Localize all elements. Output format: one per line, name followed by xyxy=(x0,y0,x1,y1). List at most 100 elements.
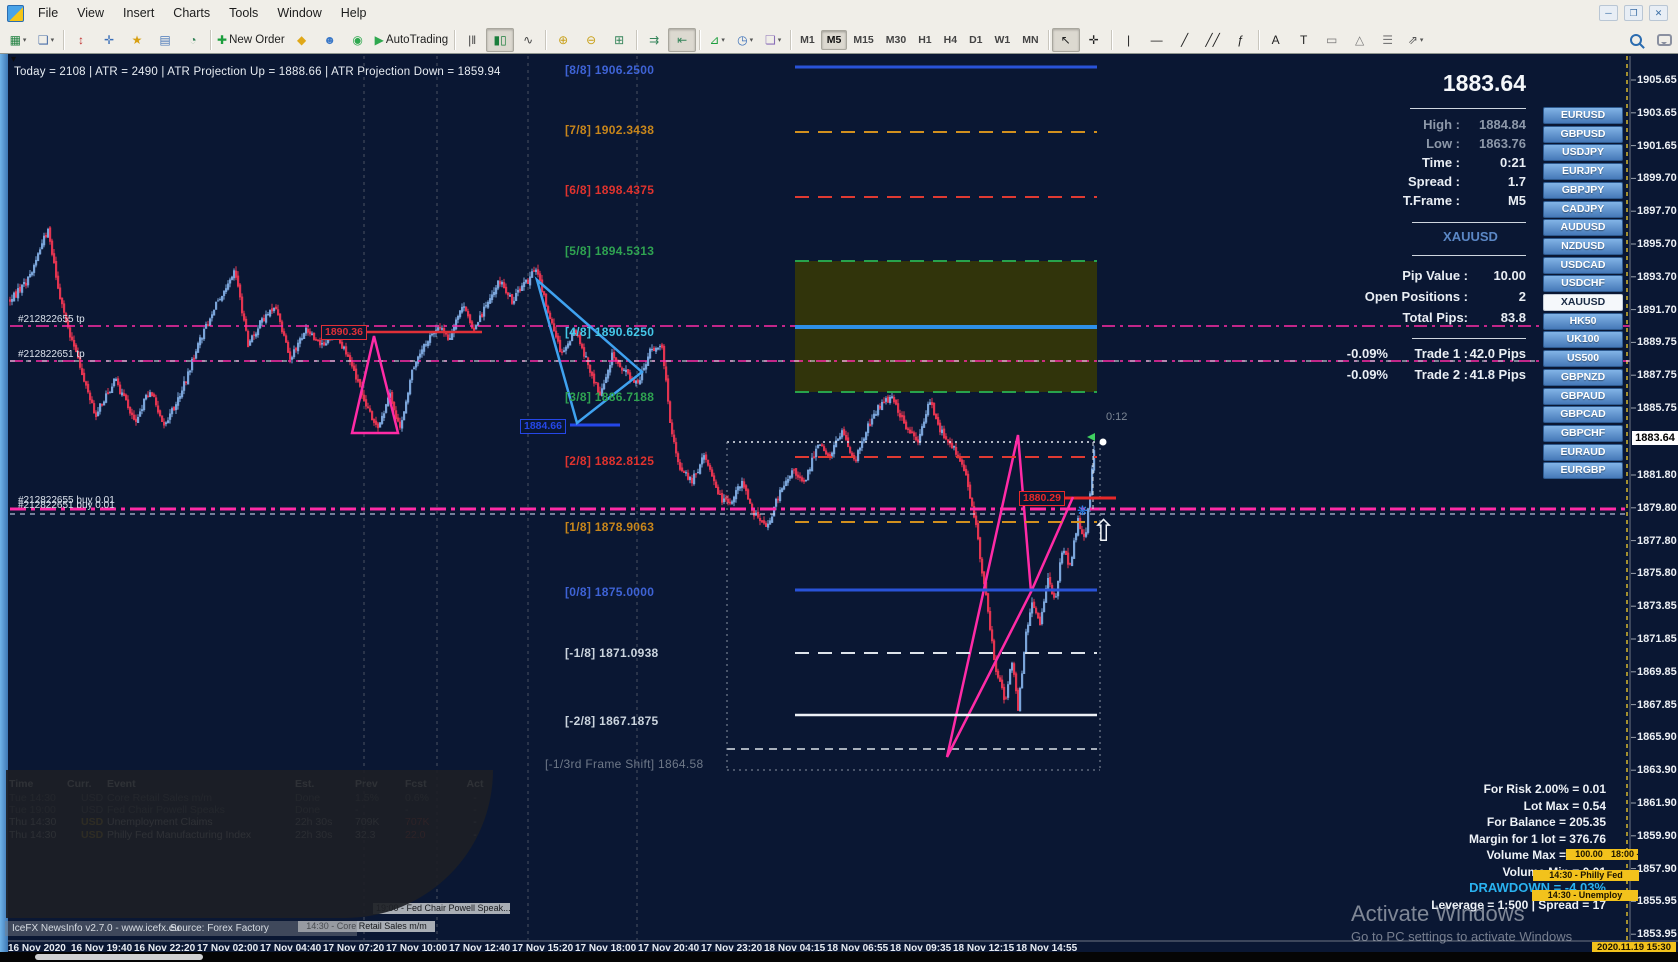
menu-file[interactable]: File xyxy=(32,3,64,23)
crosshair-icon[interactable]: ✛ xyxy=(1080,28,1108,52)
trendline-price-tag[interactable]: 1884.66 xyxy=(520,419,566,434)
order-anchor-icon[interactable]: ❋ xyxy=(1077,503,1088,519)
minimize-icon[interactable]: ─ xyxy=(1599,5,1618,21)
auto-scroll-icon[interactable]: ⇉ xyxy=(640,28,668,52)
detail-row: Total Pips: 83.8 xyxy=(1330,307,1526,328)
close-icon[interactable]: ✕ xyxy=(1649,5,1668,21)
symbol-button-xauusd[interactable]: XAUUSD xyxy=(1543,294,1623,311)
price-scale-label: 1899.70 xyxy=(1637,172,1677,185)
chat-icon[interactable] xyxy=(1650,28,1678,52)
market-watch-icon[interactable]: ↕ xyxy=(67,28,95,52)
strategy-tester-icon[interactable]: ◔ xyxy=(179,28,207,52)
indicator-collapse-icon[interactable]: ▾ xyxy=(11,54,16,65)
data-window-glyph: ✛ xyxy=(103,32,115,47)
fibo-tools-icon[interactable]: ☰ xyxy=(1374,28,1402,52)
symbol-button-eurusd[interactable]: EURUSD xyxy=(1543,107,1623,124)
indicators-list-icon[interactable]: ⊿ ▾ xyxy=(703,28,731,52)
text-label-icon[interactable]: T xyxy=(1290,28,1318,52)
signals-icon[interactable]: ◉ xyxy=(344,28,372,52)
symbol-button-gbpcad[interactable]: GBPCAD xyxy=(1543,406,1623,424)
symbol-button-gbpjpy[interactable]: GBPJPY xyxy=(1543,181,1623,199)
new-order-icon[interactable]: ✚ New Order xyxy=(214,28,288,52)
timeframe-h1[interactable]: H1 xyxy=(912,30,937,50)
timeframe-m1[interactable]: M1 xyxy=(794,30,821,50)
symbol-button-gbpaud[interactable]: GBPAUD xyxy=(1543,387,1623,405)
price-alert-tag[interactable]: 1880.29 xyxy=(1019,491,1065,506)
text-icon[interactable]: A xyxy=(1262,28,1290,52)
menu-charts[interactable]: Charts xyxy=(167,3,216,23)
chart-profiles-icon[interactable]: ❏ ▾ xyxy=(32,28,60,52)
search-icon[interactable] xyxy=(1622,28,1650,52)
periods-icon[interactable]: ◷ ▾ xyxy=(731,28,759,52)
symbol-button-eurgbp[interactable]: EURGBP xyxy=(1543,462,1623,480)
autotrading-icon[interactable]: ▶ AutoTrading xyxy=(372,28,451,52)
tile-windows-icon[interactable]: ⊞ xyxy=(605,28,633,52)
menu-insert[interactable]: Insert xyxy=(117,3,160,23)
murray-level-label: [4/8] 1890.6250 xyxy=(565,325,655,339)
tile-windows-glyph: ⊞ xyxy=(614,32,625,47)
symbol-button-nzdusd[interactable]: NZDUSD xyxy=(1543,237,1623,255)
toolbar-separator xyxy=(454,29,456,50)
restore-icon[interactable]: ❐ xyxy=(1624,5,1643,21)
price-scale-label: 1881.80 xyxy=(1637,469,1677,481)
menu-tools[interactable]: Tools xyxy=(223,3,264,23)
candlestick-chart-icon[interactable]: ▮▯ xyxy=(486,27,515,52)
bar-chart-icon[interactable]: |‖ xyxy=(458,28,486,52)
timeframe-w1[interactable]: W1 xyxy=(989,30,1017,50)
timeframe-h4[interactable]: H4 xyxy=(938,30,963,50)
zoom-out-icon[interactable]: ⊖ xyxy=(577,28,605,52)
cursor-icon[interactable]: ↖ xyxy=(1051,27,1080,52)
new-chart-icon[interactable]: ▦ ▾ xyxy=(4,28,32,52)
chart-shift-icon[interactable]: ⇤ xyxy=(668,27,697,52)
timeframe-mn[interactable]: MN xyxy=(1016,30,1044,50)
navigator-glyph: ★ xyxy=(131,32,143,47)
symbol-button-uk100[interactable]: UK100 xyxy=(1543,331,1623,349)
menu-help[interactable]: Help xyxy=(335,3,373,23)
arrow-tools-icon[interactable]: ⇗ ▾ xyxy=(1402,28,1430,52)
symbol-button-gbpusd[interactable]: GBPUSD xyxy=(1543,125,1623,143)
current-price: 1883.64 xyxy=(1442,70,1526,96)
trendline-icon[interactable]: ╱ xyxy=(1171,28,1199,52)
price-scale-label: 1893.70 xyxy=(1637,270,1677,283)
zoom-in-icon[interactable]: ⊕ xyxy=(549,28,577,52)
stat-row: Time : 0:21 xyxy=(1330,153,1526,172)
vertical-line-icon[interactable]: | xyxy=(1115,28,1143,52)
templates-icon[interactable]: ❏ ▾ xyxy=(759,28,787,52)
triangle-tool-icon[interactable]: △ xyxy=(1346,28,1374,52)
symbol-button-usdchf[interactable]: USDCHF xyxy=(1543,275,1623,293)
line-chart-icon[interactable]: ∿ xyxy=(514,28,542,52)
scrollbar-thumb[interactable] xyxy=(35,954,203,960)
timeframe-d1[interactable]: D1 xyxy=(963,30,988,50)
fibonacci-retracement-icon[interactable]: ƒ xyxy=(1227,28,1255,52)
up-arrow-marker[interactable]: ⇧ xyxy=(1091,514,1116,549)
menu-view[interactable]: View xyxy=(71,3,110,23)
symbol-button-euraud[interactable]: EURAUD xyxy=(1543,443,1623,461)
menu-window[interactable]: Window xyxy=(271,3,327,23)
symbol-button-usdcad[interactable]: USDCAD xyxy=(1543,256,1623,274)
horizontal-line-icon[interactable]: — xyxy=(1143,28,1171,52)
metaeditor-icon[interactable]: ◆ xyxy=(288,28,316,52)
atr-info-bar: Today = 2108 | ATR = 2490 | ATR Projecti… xyxy=(14,66,501,78)
symbol-button-usdjpy[interactable]: USDJPY xyxy=(1543,144,1623,162)
equidistant-channel-icon[interactable]: ╱╱ xyxy=(1199,28,1227,52)
symbol-button-gbpnzd[interactable]: GBPNZD xyxy=(1543,368,1623,386)
symbol-button-hk50[interactable]: HK50 xyxy=(1543,312,1623,330)
horizontal-scrollbar[interactable] xyxy=(0,952,1678,962)
timeframe-m15[interactable]: M15 xyxy=(847,30,879,50)
shapes-icon[interactable]: ▭ xyxy=(1318,28,1346,52)
experts-icon[interactable]: ☻ xyxy=(316,28,344,52)
terminal-icon[interactable]: ▤ xyxy=(151,28,179,52)
symbol-button-audusd[interactable]: AUDUSD xyxy=(1543,219,1623,237)
price-alert-tag[interactable]: 1890.36 xyxy=(321,325,367,340)
symbol-button-us500[interactable]: US500 xyxy=(1543,350,1623,368)
symbol-button-eurjpy[interactable]: EURJPY xyxy=(1543,163,1623,181)
symbol-button-gbpchf[interactable]: GBPCHF xyxy=(1543,424,1623,442)
price-scale-label: 1891.70 xyxy=(1637,303,1677,316)
timeframe-m5[interactable]: M5 xyxy=(820,29,848,50)
data-window-icon[interactable]: ✛ xyxy=(95,28,123,52)
navigator-icon[interactable]: ★ xyxy=(123,28,151,52)
symbol-button-cadjpy[interactable]: CADJPY xyxy=(1543,200,1623,218)
trendline-glyph: ╱ xyxy=(1180,32,1189,47)
window-controls: ─ ❐ ✕ xyxy=(1599,5,1678,21)
timeframe-m30[interactable]: M30 xyxy=(880,30,912,50)
